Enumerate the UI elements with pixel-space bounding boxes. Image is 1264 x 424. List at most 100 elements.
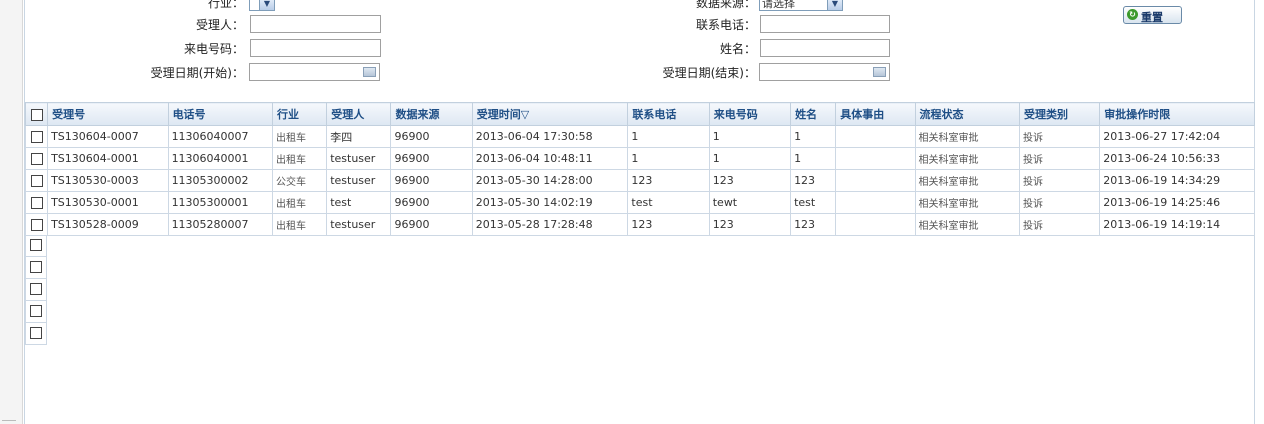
handler-input[interactable] [250,15,381,33]
table-cell: 96900 [390,213,473,236]
column-header[interactable]: 具体事由 [835,102,916,126]
end-date-input[interactable] [759,63,890,81]
table-cell: 出租车 [271,125,328,148]
industry-label: 行业： [207,0,244,10]
table-cell: 11305280007 [167,213,273,236]
checkbox-icon[interactable] [30,261,42,273]
checkbox-icon[interactable] [30,108,43,121]
empty-row-checkbox[interactable] [25,301,47,323]
table-cell: TS130528-0009 [47,213,169,236]
table-cell: 公交车 [271,169,328,192]
caller-number-label: 来电号码： [183,42,244,56]
column-header[interactable]: 行业 [271,102,328,126]
column-header[interactable]: 受理类别 [1018,102,1101,126]
empty-row-checkbox[interactable] [25,279,47,301]
table-header-row: 受理号 电话号 行业 受理人 数据来源 受理时间▽ 联系电话 来电号码 姓名 具… [24,102,1255,126]
table-cell: TS130604-0001 [47,147,169,170]
column-header[interactable]: 受理号 [47,102,169,126]
industry-select[interactable]: ▼ [249,0,275,11]
start-date-input[interactable] [249,63,380,81]
checkbox-icon[interactable] [30,197,43,209]
table-cell: 出租车 [271,213,328,236]
checkbox-icon[interactable] [30,131,43,143]
table-cell: 相关科室审批 [914,191,1020,214]
row-checkbox[interactable] [24,169,49,192]
table-cell: 相关科室审批 [914,169,1020,192]
empty-row-checkbox[interactable] [25,323,47,345]
table-cell: 123 [708,169,792,192]
table-cell: 李四 [326,125,392,148]
table-cell: tewt [708,191,792,214]
table-row[interactable]: TS130528-0009 11305280007 出租车 testuser 96900… [24,213,1255,236]
column-header[interactable]: 电话号 [167,102,273,126]
column-header[interactable]: 联系电话 [627,102,710,126]
table-row[interactable]: TS130604-0001 11306040001 出租车 testuser 96900… [24,147,1255,170]
empty-row-checkbox[interactable] [25,235,47,257]
table-cell: 投诉 [1018,213,1101,236]
column-header[interactable]: 流程状态 [914,102,1020,126]
checkbox-icon[interactable] [30,153,43,165]
table-cell [835,125,916,148]
checkbox-icon[interactable] [30,327,42,339]
checkbox-icon[interactable] [30,239,42,251]
row-checkbox[interactable] [24,125,49,148]
chevron-down-icon: ▼ [259,0,274,10]
checkbox-icon[interactable] [30,219,43,231]
data-source-label: 数据来源： [695,0,756,10]
left-panel-strip [0,0,23,424]
table-cell: 2013-06-24 10:56:33 [1099,147,1255,170]
row-checkbox[interactable] [24,147,49,170]
table-cell: TS130530-0003 [47,169,169,192]
data-source-select[interactable]: 请选择 ▼ [759,0,843,11]
table-cell: 96900 [390,125,473,148]
divider [2,420,16,421]
table-cell: 123 [790,169,837,192]
row-checkbox[interactable] [24,213,49,236]
table-cell: 11305300002 [167,169,273,192]
column-header[interactable]: 审批操作时限 [1099,102,1255,126]
calendar-icon[interactable] [363,67,376,77]
table-cell: 2013-06-27 17:42:04 [1099,125,1255,148]
table-cell: TS130530-0001 [47,191,169,214]
checkbox-icon[interactable] [30,305,42,317]
table-cell: 相关科室审批 [914,125,1020,148]
table-cell: testuser [326,147,392,170]
table-cell: 123 [627,213,710,236]
contact-phone-input[interactable] [760,15,890,33]
table-cell: 123 [790,213,837,236]
table-cell: 2013-06-04 10:48:11 [471,147,629,170]
column-header[interactable]: 姓名 [790,102,837,126]
column-header[interactable]: 数据来源 [390,102,473,126]
checkbox-icon[interactable] [30,283,42,295]
results-table: 受理号 电话号 行业 受理人 数据来源 受理时间▽ 联系电话 来电号码 姓名 具… [24,102,1255,236]
calendar-icon[interactable] [873,67,886,77]
column-header[interactable]: 受理人 [326,102,392,126]
table-cell: 11306040001 [167,147,273,170]
table-row[interactable]: TS130604-0007 11306040007 出租车 李四 96900 2013-0… [24,125,1255,148]
row-checkbox[interactable] [24,191,49,214]
name-input[interactable] [760,39,890,57]
reset-button-label: 重置 [1141,11,1163,24]
table-cell: 相关科室审批 [914,213,1020,236]
checkbox-icon[interactable] [30,175,43,187]
empty-row-checkbox[interactable] [25,257,47,279]
table-cell: 96900 [390,147,473,170]
column-header[interactable]: 来电号码 [708,102,792,126]
reset-button[interactable]: ↻ 重置 [1123,6,1182,24]
table-row[interactable]: TS130530-0001 11305300001 出租车 test 96900 2013… [24,191,1255,214]
caller-number-input[interactable] [250,39,381,57]
start-date-label: 受理日期(开始)： [150,66,244,80]
table-row[interactable]: TS130530-0003 11305300002 公交车 testuser 96900… [24,169,1255,192]
table-cell: 相关科室审批 [914,147,1020,170]
table-cell: test [790,191,837,214]
table-cell: 1 [627,125,710,148]
table-cell: 投诉 [1018,147,1101,170]
table-cell: 2013-05-30 14:02:19 [471,191,629,214]
column-header-sorted[interactable]: 受理时间▽ [471,102,629,126]
table-cell: 1 [627,147,710,170]
table-cell: 出租车 [271,147,328,170]
select-all-checkbox[interactable] [24,102,49,126]
name-label: 姓名： [719,42,756,56]
table-cell [835,213,916,236]
data-source-value: 请选择 [762,0,795,10]
